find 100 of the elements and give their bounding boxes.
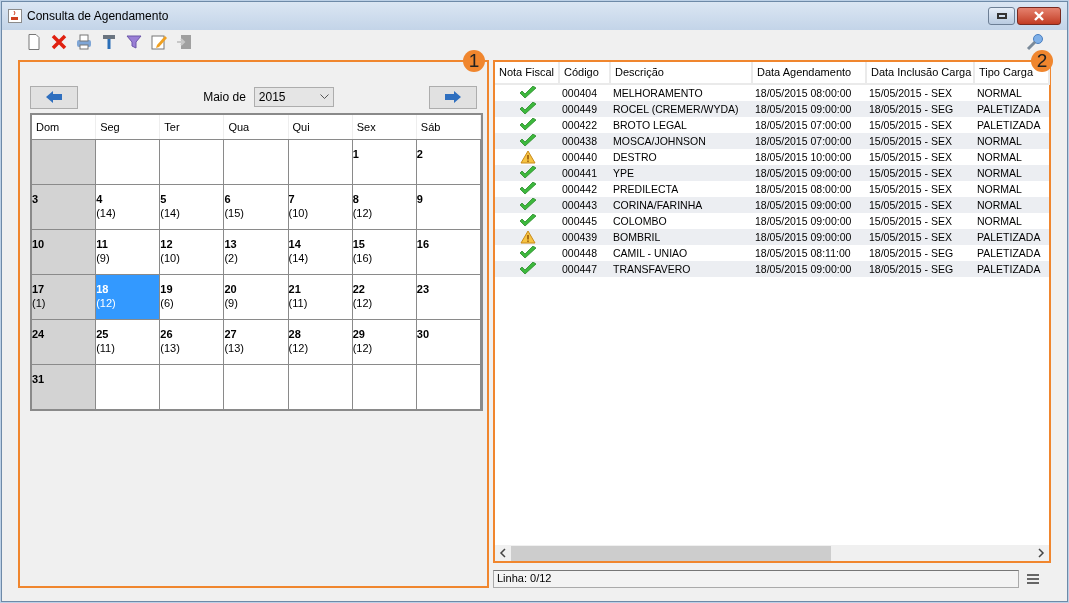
day-number: 20 <box>224 282 237 296</box>
table-cell-text: 15/05/2015 - SEX <box>869 150 952 165</box>
day-cell[interactable]: 13 (2) <box>224 229 289 274</box>
table-row[interactable]: 000438 MOSCA/JOHNSON 18/05/2015 07:00:00 15/05/2015 - SEX NORMAL <box>495 133 1049 149</box>
table-cell-text: 18/05/2015 07:00:00 <box>755 118 852 133</box>
day-number: 5 <box>160 192 167 206</box>
day-number: 15 <box>352 237 365 251</box>
table-cell-text: CORINA/FARINHA <box>613 198 703 213</box>
restore-button[interactable] <box>988 7 1015 25</box>
day-cell[interactable]: 23 <box>416 274 481 319</box>
table-cell-text: 15/05/2015 - SEX <box>869 166 952 181</box>
day-cell[interactable]: 27 (13) <box>224 319 289 364</box>
previous-month-button[interactable] <box>30 85 78 109</box>
table-cell-text: 18/05/2015 - SEG <box>869 246 954 261</box>
menu-icon[interactable] <box>1027 572 1039 585</box>
day-cell[interactable]: 28 (12) <box>288 319 353 364</box>
table-cell-text: PALETIZADA <box>977 118 1041 133</box>
table-cell-text: 15/05/2015 - SEX <box>869 134 952 149</box>
table-cell-text: TRANSFAVERO <box>613 262 691 277</box>
day-cell[interactable]: 10 <box>32 229 97 274</box>
day-cell[interactable]: 22 (12) <box>352 274 417 319</box>
table-cell-text: 18/05/2015 07:00:00 <box>755 134 852 149</box>
day-number: 1 <box>352 147 359 161</box>
table-cell-text: COLOMBO <box>613 214 667 229</box>
close-button[interactable] <box>1017 7 1061 25</box>
exit-icon[interactable] <box>175 33 193 51</box>
table-row[interactable]: 000447 TRANSFAVERO 18/05/2015 09:00:00 18/05/2015 - SEG PALETIZADA <box>495 261 1049 277</box>
day-number: 4 <box>96 192 103 206</box>
day-cell[interactable]: 5 (14) <box>160 184 225 229</box>
day-number: 13 <box>224 237 237 251</box>
table-cell-text: 18/05/2015 09:00:00 <box>755 262 852 277</box>
day-cell[interactable]: 7 (10) <box>288 184 353 229</box>
day-number: 17 <box>32 282 45 296</box>
day-cell[interactable]: 3 <box>32 184 97 229</box>
filter-icon[interactable] <box>125 33 143 51</box>
table-cell-text: PREDILECTA <box>613 182 679 197</box>
delete-icon[interactable] <box>50 33 68 51</box>
year-dropdown[interactable]: 2015 <box>253 87 334 107</box>
appointment-count: (14) <box>288 251 309 265</box>
chevron-down-icon <box>319 94 329 100</box>
appointment-count: (14) <box>160 206 180 220</box>
table-cell-text: 000440 <box>562 150 598 165</box>
table-cell-text: NORMAL <box>977 86 1022 101</box>
table-cell-text: 18/05/2015 08:00:00 <box>755 182 852 197</box>
day-cell[interactable]: 6 (15) <box>224 184 289 229</box>
day-cell[interactable]: 8 (12) <box>352 184 417 229</box>
day-cell[interactable]: 24 <box>32 319 97 364</box>
window-title: Consulta de Agendamento <box>27 8 169 25</box>
day-cell[interactable]: 14 (14) <box>288 229 353 274</box>
day-cell[interactable]: 11 (9) <box>96 229 161 274</box>
appointment-count: (12) <box>288 341 309 355</box>
warning-icon <box>519 230 536 244</box>
table-cell-text: NORMAL <box>977 150 1022 165</box>
table-cell-text: PALETIZADA <box>977 262 1041 277</box>
table-row[interactable]: 000449 ROCEL (CREMER/WYDA) 18/05/2015 09:00:00 18/05/2015 - SEG PALETIZADA <box>495 101 1049 117</box>
printer-icon[interactable] <box>75 33 93 51</box>
table-row[interactable]: 000439 BOMBRIL 18/05/2015 09:00:00 15/05/2015 - SEX PALETIZADA <box>495 229 1049 245</box>
next-month-button[interactable] <box>429 85 477 109</box>
day-cell[interactable]: 15 (16) <box>352 229 417 274</box>
horizontal-scrollbar[interactable] <box>495 545 1049 561</box>
day-cell[interactable]: 25 (11) <box>96 319 161 364</box>
table-cell-text: NORMAL <box>977 198 1022 213</box>
table-cell-text: 18/05/2015 - SEG <box>869 102 954 117</box>
new-document-icon[interactable] <box>25 33 43 51</box>
day-cell[interactable]: 12 (10) <box>160 229 225 274</box>
day-cell[interactable]: 31 <box>32 364 97 409</box>
table-row[interactable]: 000441 YPE 18/05/2015 09:00:00 15/05/2015 - SEX NORMAL <box>495 165 1049 181</box>
table-cell-text: 18/05/2015 09:00:00 <box>755 102 852 117</box>
day-cell[interactable]: 30 <box>416 319 481 364</box>
left-arrow-icon <box>46 91 62 103</box>
day-number: 3 <box>32 192 39 206</box>
table-cell-text: BOMBRIL <box>613 230 661 245</box>
table-cell-text: 18/05/2015 09:00:00 <box>755 198 852 213</box>
table-cell-text: 000439 <box>562 230 598 245</box>
day-cell[interactable]: 29 (12) <box>352 319 417 364</box>
day-number: 2 <box>416 147 423 161</box>
day-cell[interactable]: 26 (13) <box>160 319 225 364</box>
day-number: 22 <box>352 282 365 296</box>
table-cell-text: PALETIZADA <box>977 230 1041 245</box>
day-cell[interactable]: 4 (14) <box>96 184 161 229</box>
table-cell-text: 18/05/2015 09:00:00 <box>755 214 852 229</box>
appointment-count: (12) <box>352 206 373 220</box>
table-cell-text: MOSCA/JOHNSON <box>613 134 706 149</box>
day-cell[interactable]: 17 (1) <box>32 274 97 319</box>
appointment-count: (15) <box>224 206 244 220</box>
table-cell-text: 18/05/2015 10:00:00 <box>755 150 852 165</box>
table-row[interactable]: 000443 CORINA/FARINHA 18/05/2015 09:00:00 15/05/2015 - SEX NORMAL <box>495 197 1049 213</box>
table-cell-text: 18/05/2015 - SEG <box>869 262 954 277</box>
day-cell[interactable]: 2 <box>416 139 481 184</box>
day-cell[interactable]: 9 <box>416 184 481 229</box>
scrollbar-thumb[interactable] <box>511 545 831 561</box>
table-cell-text: 000448 <box>562 246 598 261</box>
table-cell-text: 15/05/2015 - SEX <box>869 230 952 245</box>
day-number: 7 <box>288 192 295 206</box>
day-number: 16 <box>416 237 430 251</box>
day-cell[interactable]: 16 <box>416 229 481 274</box>
day-cell[interactable]: 1 <box>352 139 417 184</box>
day-cell[interactable]: 19 (6) <box>160 274 225 319</box>
day-cell[interactable]: 21 (11) <box>288 274 353 319</box>
day-cell[interactable]: 20 (9) <box>224 274 289 319</box>
